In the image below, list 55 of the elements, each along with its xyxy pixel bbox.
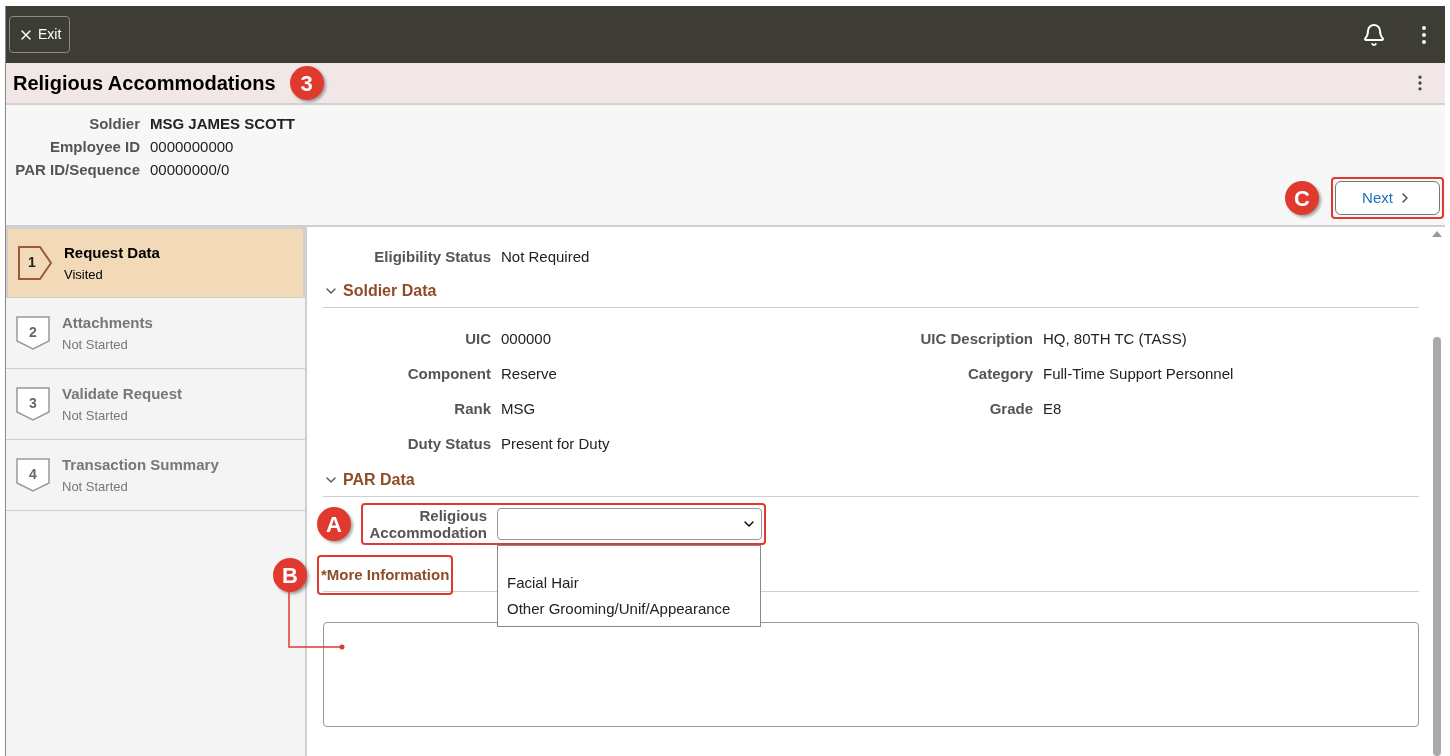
field-value: Not Required bbox=[501, 246, 590, 267]
field-value: Full-Time Support Personnel bbox=[1043, 364, 1234, 385]
field-label: Rank bbox=[453, 399, 491, 420]
step-title: Transaction Summary bbox=[62, 455, 219, 475]
callout-marker: A bbox=[317, 507, 351, 541]
section-title: PAR Data bbox=[343, 470, 415, 490]
field-label: Duty Status bbox=[406, 434, 491, 455]
field-label: Soldier bbox=[88, 113, 140, 134]
step-number-icon: 4 bbox=[14, 456, 52, 494]
step-status: Not Started bbox=[62, 335, 129, 354]
field-label: Eligibility Status bbox=[373, 246, 491, 267]
field-label: UIC Description bbox=[919, 329, 1033, 350]
step-item[interactable]: 3 Validate Request Not Started bbox=[6, 369, 305, 440]
field-value: 00000000/0 bbox=[150, 159, 230, 180]
field-label: Grade bbox=[988, 399, 1033, 420]
step-title: Request Data bbox=[64, 243, 160, 263]
step-item[interactable]: 1 Request Data Visited bbox=[6, 227, 305, 298]
dropdown-option[interactable]: Other Grooming/Unif/Appearance bbox=[498, 596, 760, 622]
step-number-icon: 3 bbox=[14, 385, 52, 423]
field-label: PAR ID/Sequence bbox=[14, 159, 140, 180]
more-information-field[interactable] bbox=[323, 622, 1419, 727]
step-status: Not Started bbox=[62, 477, 129, 496]
field-value: 000000 bbox=[501, 329, 552, 350]
exit-button[interactable]: Exit bbox=[9, 16, 71, 53]
dropdown-option[interactable]: Facial Hair bbox=[498, 570, 760, 596]
select-field[interactable] bbox=[497, 508, 762, 540]
field-value: MSG bbox=[501, 399, 536, 420]
step-item[interactable]: 4 Transaction Summary Not Started bbox=[6, 440, 305, 511]
field-value: Present for Duty bbox=[501, 434, 610, 455]
field-label: Category bbox=[966, 364, 1033, 385]
field-label: Employee ID bbox=[48, 136, 140, 157]
field-value: Reserve bbox=[501, 364, 557, 385]
field-label: UIC bbox=[464, 329, 491, 350]
bell-icon[interactable] bbox=[1362, 22, 1386, 47]
field-value: HQ, 80TH TC (TASS) bbox=[1043, 329, 1187, 350]
step-item[interactable]: 2 Attachments Not Started bbox=[6, 298, 305, 369]
step-number-icon: 1 bbox=[16, 244, 54, 282]
scrollbar-thumb[interactable] bbox=[1433, 337, 1441, 756]
callout-marker: 3 bbox=[289, 66, 324, 100]
page-title: Religious Accommodations bbox=[13, 71, 276, 96]
step-status: Visited bbox=[64, 265, 104, 284]
next-button[interactable]: Next bbox=[1335, 181, 1440, 215]
step-title: Validate Request bbox=[62, 384, 183, 404]
section-title: Soldier Data bbox=[343, 281, 437, 301]
field-value: MSG JAMES SCOTT bbox=[150, 113, 295, 134]
step-status: Not Started bbox=[62, 406, 129, 425]
step-title: Attachments bbox=[62, 313, 153, 333]
field-value: E8 bbox=[1043, 399, 1062, 420]
scroll-up-icon[interactable] bbox=[1432, 231, 1442, 237]
field-label: *More Information bbox=[321, 566, 450, 583]
callout-marker: C bbox=[1285, 181, 1319, 215]
field-label: Religious Accommodation bbox=[368, 507, 487, 541]
field-label: Component bbox=[406, 364, 491, 385]
field-value: 0000000000 bbox=[150, 136, 234, 157]
step-number-icon: 2 bbox=[14, 314, 52, 352]
